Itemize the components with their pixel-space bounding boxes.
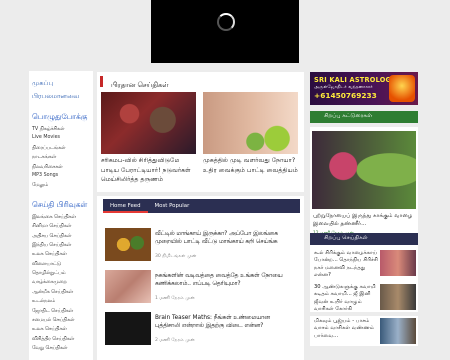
sidebar-item[interactable]: விளையாட்டு: [29, 259, 93, 268]
featured-section: பிரதான செய்திகள் சரிகமப-வில் சிரித்துவிட…: [97, 72, 304, 192]
list-item[interactable]: வீட்டில் மாங்காய் இருக்கா? அப்போ இலங்கை …: [105, 228, 295, 264]
special-news-title[interactable]: மிகவும் பூஜ்யம் - பாசம் வாசம் வாசிகள் வண…: [314, 318, 378, 340]
ad-phone: +61450769233: [314, 91, 377, 100]
sidebar-item[interactable]: மேலும்: [29, 180, 93, 189]
sidebar-item[interactable]: வேறு செய்திகள்: [29, 343, 93, 352]
right-sidebar: SRI KALI ASTROLOGER அருள்ஜோதிடர் வந்தனாச…: [308, 72, 420, 360]
article-title[interactable]: புற்றுநோயைப் இருந்து காக்கும் வாழை இலையி…: [313, 212, 415, 228]
sidebar-item[interactable]: ஜோதிட செய்திகள்: [29, 306, 93, 315]
news-thumbnail[interactable]: [105, 312, 151, 345]
special-news-thumbnail[interactable]: [380, 284, 416, 310]
special-news-thumbnail[interactable]: [380, 318, 416, 344]
special-title: சிறப்பு செய்திகள்: [324, 235, 368, 241]
special-news-title[interactable]: கூல் சிரிக்கும் வாழைக்காய் போன்ற... தொந்…: [314, 250, 378, 280]
sidebar-item[interactable]: விசித்திர செய்திகள்: [29, 334, 93, 343]
astrologer-ad[interactable]: SRI KALI ASTROLOGER அருள்ஜோதிடர் வந்தனாச…: [310, 72, 418, 105]
left-sidebar: முகப்பு பிரபலமானவை பொழுதுபோக்கு TV நிகழ்…: [29, 71, 93, 360]
special-news-title[interactable]: 30 ஆண்டுகளுக்கு சுவாமி கடிதம் சுவாமி... …: [314, 284, 378, 314]
list-item[interactable]: Brain Teaser Maths: நீங்கள் உண்மையான புத…: [105, 312, 295, 348]
featured-image[interactable]: [101, 92, 196, 154]
featured-image[interactable]: [203, 92, 298, 154]
sidebar-link-home[interactable]: முகப்பு: [29, 77, 93, 90]
news-time: 1 மணி நேரம் முன்: [155, 296, 195, 301]
news-feed: Home Feed Most Popular வீட்டில் மாங்காய்…: [97, 196, 304, 360]
sidebar-item[interactable]: தொழில்நுட்பம்: [29, 268, 93, 277]
ad-subtitle: அருள்ஜோதிடர் வந்தனாசார்: [314, 85, 373, 90]
sidebar-item[interactable]: திரைப்படங்கள்: [29, 143, 93, 152]
news-time: 30 நிமிடங்கள் முன்: [155, 254, 197, 259]
sidebar-item[interactable]: நிலவரிசைகள்: [29, 162, 93, 171]
sidebar-item[interactable]: சமையல் செய்திகள்: [29, 315, 93, 324]
list-item[interactable]: நகங்களின் வடிவத்தை வைத்தே உங்கள் நோயை கண…: [105, 270, 295, 306]
news-thumbnail[interactable]: [105, 228, 151, 261]
video-player[interactable]: [151, 0, 299, 63]
sidebar-item[interactable]: வாழ்க்கைமுறை: [29, 277, 93, 286]
sidebar-item[interactable]: MP3 Songs: [29, 171, 93, 180]
sidebar-item[interactable]: உடல்நலம்: [29, 296, 93, 305]
list-item[interactable]: மிகவும் பூஜ்யம் - பாசம் வாசம் வாசிகள் வண…: [310, 316, 418, 346]
sidebar-item[interactable]: Live Movies: [29, 133, 93, 142]
featured-title[interactable]: முகத்தில் முடி வளர்வது நோயா? உதிர வைக்கு…: [203, 156, 298, 186]
featured-card[interactable]: முகத்தில் முடி வளர்வது நோயா? உதிர வைக்கு…: [203, 92, 298, 186]
news-title[interactable]: வீட்டில் மாங்காய் இருக்கா? அப்போ இலங்கை …: [155, 230, 295, 246]
sidebar-link-popular[interactable]: பிரபலமானவை: [29, 90, 93, 103]
page: முகப்பு பிரபலமானவை பொழுதுபோக்கு TV நிகழ்…: [0, 0, 450, 360]
sidebar-item[interactable]: சினிமா செய்திகள்: [29, 221, 93, 230]
sidebar-item[interactable]: இலங்கை செய்திகள்: [29, 212, 93, 221]
sidebar-item[interactable]: உலக செய்திகள்: [29, 249, 93, 258]
article-image[interactable]: [312, 131, 416, 209]
sidebar-item[interactable]: அதிசய செய்திகள்: [29, 231, 93, 240]
news-title[interactable]: Brain Teaser Maths: நீங்கள் உண்மையான புத…: [155, 314, 295, 330]
articles-title: சிறப்பு கட்டுரைகள்: [324, 113, 373, 119]
sidebar-item[interactable]: உலக செய்திகள்: [29, 324, 93, 333]
news-title[interactable]: நகங்களின் வடிவத்தை வைத்தே உங்கள் நோயை கண…: [155, 272, 295, 288]
feed-tabs: Home Feed Most Popular: [103, 199, 300, 213]
tab-home-feed[interactable]: Home Feed: [103, 199, 148, 213]
loading-spinner-icon: [217, 13, 235, 31]
tab-most-popular[interactable]: Most Popular: [148, 199, 197, 213]
sidebar-item[interactable]: இந்திய செய்திகள்: [29, 240, 93, 249]
special-news-thumbnail[interactable]: [380, 250, 416, 276]
list-item[interactable]: கூல் சிரிக்கும் வாழைக்காய் போன்ற... தொந்…: [310, 248, 418, 278]
featured-card[interactable]: சரிகமப-வில் சிரித்துவிடுமே பாடிய பேராட்ட…: [101, 92, 196, 186]
sidebar-item[interactable]: TV நிகழ்ச்சிகள்: [29, 124, 93, 133]
featured-title[interactable]: சரிகமப-வில் சிரித்துவிடுமே பாடிய பேராட்ட…: [101, 156, 196, 186]
sidebar-item[interactable]: நாடகங்கள்: [29, 152, 93, 161]
articles-header: சிறப்பு கட்டுரைகள்: [310, 111, 418, 123]
sidebar-heading-news: செய்தி பிரிவுகள்: [32, 199, 88, 209]
sidebar-heading-entertainment: பொழுதுபோக்கு: [32, 112, 88, 121]
sidebar-item[interactable]: ஆன்மீக செய்திகள்: [29, 287, 93, 296]
list-item[interactable]: 30 ஆண்டுகளுக்கு சுவாமி கடிதம் சுவாமி... …: [310, 282, 418, 312]
news-time: 2 மணி நேரம் முன்: [155, 338, 195, 343]
news-thumbnail[interactable]: [105, 270, 151, 303]
ad-deity-image: [389, 75, 415, 102]
special-header: சிறப்பு செய்திகள்: [310, 233, 418, 245]
section-title: பிரதான செய்திகள்: [100, 76, 304, 88]
